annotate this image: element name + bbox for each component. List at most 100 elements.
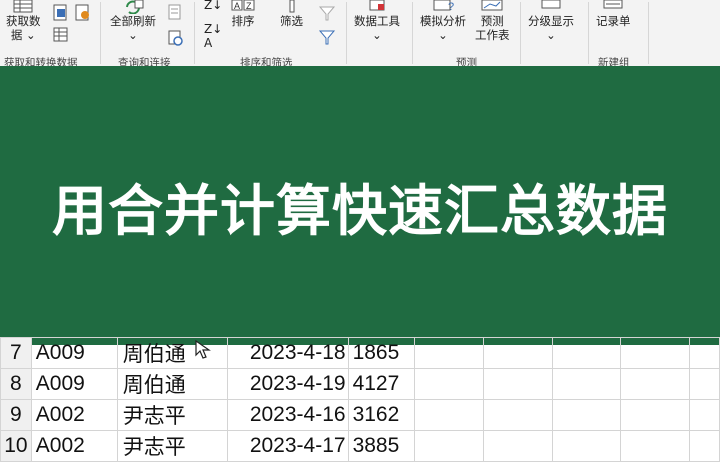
cell-code[interactable]: A009 [30,368,118,400]
what-if-label: 模拟分析 [420,14,466,28]
chevron-down-icon: ⌄ [372,28,382,42]
cell-date[interactable]: 2023-4-19 [227,368,349,400]
filter-icon [289,0,294,13]
sort-icon: AZ [231,0,255,11]
cell-empty[interactable] [688,337,720,369]
chevron-down-icon: ⌄ [26,28,36,42]
what-if-icon: ? [433,0,454,13]
table-row: 7 A009 周伯通 2023-4-18 1865 [0,337,720,369]
forecast-label-1: 预测 [480,14,504,28]
cell-empty[interactable] [482,337,553,369]
cell-date[interactable]: 2023-4-17 [227,430,349,462]
chevron-down-icon: ⌄ [546,28,556,42]
cell-empty[interactable] [620,399,690,431]
cell-empty[interactable] [414,430,484,462]
cell-code[interactable]: A002 [30,399,118,431]
refresh-all-button[interactable]: 全部刷新 ⌄ [110,0,156,42]
chevron-down-icon: ⌄ [438,28,448,42]
cell-name[interactable]: 周伯通 [116,368,229,400]
refresh-all-label: 全部刷新 [110,14,156,28]
cell-name[interactable]: 尹志平 [116,399,229,431]
table-row: 10 A002 尹志平 2023-4-17 3885 [0,430,720,462]
queries-icon[interactable] [168,4,182,20]
cell-amount[interactable]: 1865 [347,337,416,369]
form-label: 记录单 [596,14,631,28]
spreadsheet-grid[interactable]: 7 A009 周伯通 2023-4-18 1865 8 A009 周伯通 2023-4-19 41… [0,337,720,462]
separator [412,2,413,64]
cell-amount[interactable]: 3885 [347,430,416,462]
cell-code[interactable]: A002 [30,430,118,462]
what-if-button[interactable]: ? 模拟分析 ⌄ [420,0,466,42]
table-row: 8 A009 周伯通 2023-4-19 4127 [0,368,720,400]
cell-empty[interactable] [620,430,690,462]
edit-links-icon[interactable] [168,30,184,46]
get-data-label-1: 获取数 [6,14,41,28]
cell-empty[interactable] [688,399,720,431]
outline-label: 分级显示 [528,14,574,28]
row-header[interactable]: 8 [0,368,32,400]
filter-button[interactable]: 筛选 [280,0,303,28]
sort-asc-icon[interactable]: Z↓ [204,0,222,12]
clear-filter-icon[interactable] [318,4,336,22]
svg-text:A: A [234,1,240,11]
cell-empty[interactable] [688,430,720,462]
data-tools-button[interactable]: 数据工具 ⌄ [354,0,400,42]
svg-text:Z: Z [246,1,252,11]
row-header[interactable]: 7 [0,337,32,369]
cell-amount[interactable]: 3162 [347,399,416,431]
refresh-icon [126,0,144,14]
cell-name[interactable]: 尹志平 [116,430,229,462]
separator [194,2,195,64]
form-button[interactable]: 记录单 [596,0,631,28]
cell-empty[interactable] [620,368,690,400]
ribbon: 获取数 据 ⌄ 获取和转换数据 全部刷新 ⌄ 查询和连接 Z↓ Z↓ A AZ 排… [0,0,720,69]
sort-label: 排序 [231,14,255,28]
data-tools-label: 数据工具 [354,14,400,28]
cell-date[interactable]: 2023-4-18 [227,337,349,369]
cell-empty[interactable] [414,337,484,369]
cell-empty[interactable] [482,368,553,400]
sort-button[interactable]: AZ 排序 [230,0,256,28]
get-data-label-2-text: 据 [10,28,23,42]
cell-date[interactable]: 2023-4-16 [227,399,349,431]
cell-empty[interactable] [414,399,484,431]
cell-code[interactable]: A009 [30,337,118,369]
forecast-sheet-button[interactable]: 预测 工作表 [475,0,510,42]
get-data-label-2: 据 ⌄ [11,28,36,42]
outline-button[interactable]: 分级显示 ⌄ [528,0,574,42]
separator [100,2,101,64]
cell-amount[interactable]: 4127 [347,368,416,400]
cell-empty[interactable] [482,399,553,431]
data-tools-icon [369,0,385,11]
from-text-icon[interactable] [52,4,70,22]
filter-label: 筛选 [280,14,303,28]
cell-empty[interactable] [551,368,622,400]
form-icon [603,0,623,9]
cell-empty[interactable] [551,337,622,369]
cell-empty[interactable] [482,430,553,462]
advanced-filter-icon[interactable] [318,28,336,46]
cell-empty[interactable] [620,337,690,369]
cell-empty[interactable] [688,368,720,400]
sort-desc-icon[interactable]: Z↓ A [204,22,222,50]
title-banner: 用合并计算快速汇总数据 [0,66,720,345]
svg-text:?: ? [448,1,454,13]
outline-icon [541,0,561,9]
row-header[interactable]: 10 [0,430,32,462]
cell-empty[interactable] [551,430,622,462]
from-table-icon[interactable] [52,26,70,44]
separator [648,2,649,64]
forecast-icon [481,0,503,11]
banner-title: 用合并计算快速汇总数据 [51,178,668,243]
from-web-icon[interactable] [74,4,92,22]
get-data-button[interactable]: 获取数 据 ⌄ [6,0,41,42]
cell-table: 7 A009 周伯通 2023-4-18 1865 8 A009 周伯通 2023-4-19 41… [0,337,720,462]
separator [588,2,589,64]
cell-empty[interactable] [551,399,622,431]
table-row: 9 A002 尹志平 2023-4-16 3162 [0,399,720,431]
cursor-icon [195,339,211,359]
get-data-icon [13,0,33,13]
row-header[interactable]: 9 [0,399,32,431]
separator [346,2,347,64]
cell-empty[interactable] [414,368,484,400]
